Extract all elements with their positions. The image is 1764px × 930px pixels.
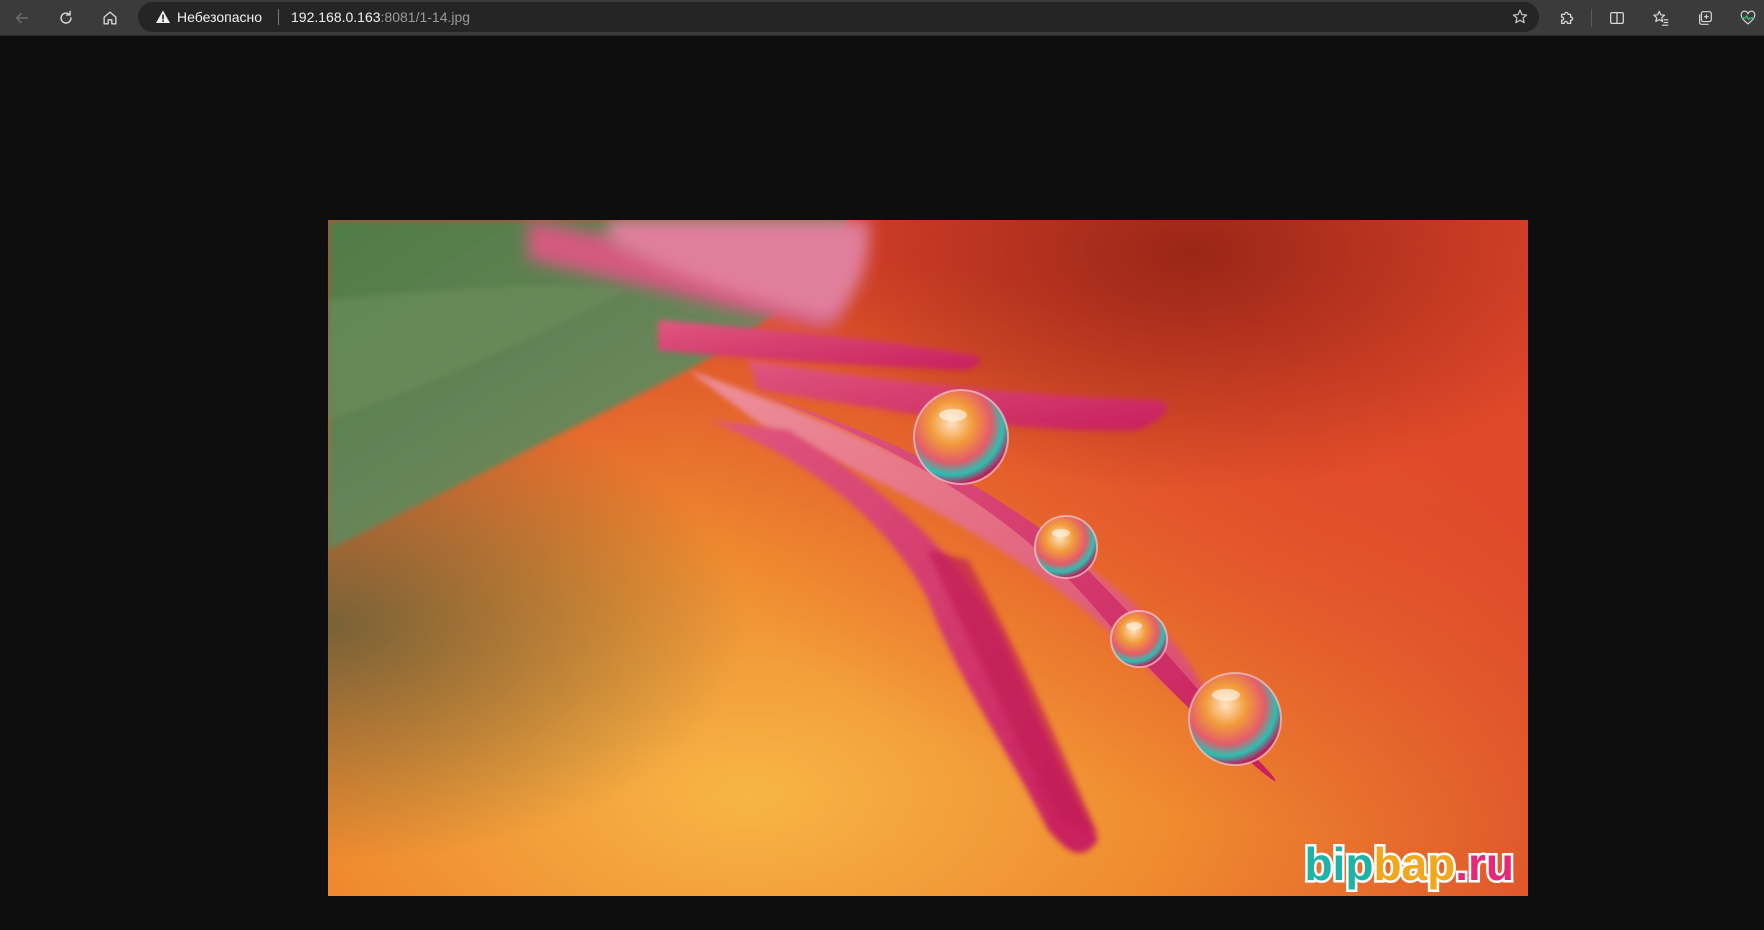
address-bar[interactable]: Небезопасно 192.168.0.163:8081/1-14.jpg	[138, 2, 1539, 32]
add-favorite-button[interactable]	[1509, 6, 1531, 28]
address-separator	[278, 9, 279, 25]
reload-icon	[60, 10, 72, 24]
warning-triangle-icon	[156, 10, 170, 23]
watermark-part-3: .ru	[1455, 838, 1514, 890]
browser-toolbar: Небезопасно 192.168.0.163:8081/1-14.jpg	[0, 0, 1764, 36]
watermark-part-1: bip	[1304, 838, 1373, 890]
site-security-indicator[interactable]: Небезопасно	[155, 2, 262, 32]
split-screen-icon	[1610, 11, 1624, 25]
home-icon	[103, 11, 117, 25]
watermark: bipbap.ru	[1304, 838, 1514, 890]
extensions-button[interactable]	[1553, 4, 1581, 32]
puzzle-icon	[1560, 11, 1574, 25]
toolbar-separator	[1591, 9, 1592, 27]
reload-button[interactable]	[52, 4, 80, 32]
url-path: :8081/1-14.jpg	[380, 9, 471, 25]
home-button[interactable]	[96, 4, 124, 32]
collections-icon	[1699, 11, 1712, 25]
back-button[interactable]	[8, 4, 36, 32]
image-viewer: bipbap.ru	[0, 36, 1764, 930]
split-screen-button[interactable]	[1603, 4, 1631, 32]
performance-button[interactable]	[1734, 4, 1762, 32]
displayed-image[interactable]: bipbap.ru	[328, 220, 1528, 896]
heartbeat-icon	[1740, 10, 1756, 25]
security-label: Небезопасно	[177, 9, 263, 25]
arrow-left-icon	[15, 12, 29, 24]
url-host: 192.168.0.163	[291, 9, 381, 25]
star-icon	[1512, 9, 1528, 24]
favorites-list-icon	[1653, 10, 1669, 26]
watermark-part-2: bap	[1373, 838, 1455, 890]
favorites-button[interactable]	[1647, 4, 1675, 32]
collections-button[interactable]	[1691, 4, 1719, 32]
flower-droplets-photo: bipbap.ru	[328, 220, 1528, 896]
url-text[interactable]: 192.168.0.163:8081/1-14.jpg	[291, 2, 470, 32]
